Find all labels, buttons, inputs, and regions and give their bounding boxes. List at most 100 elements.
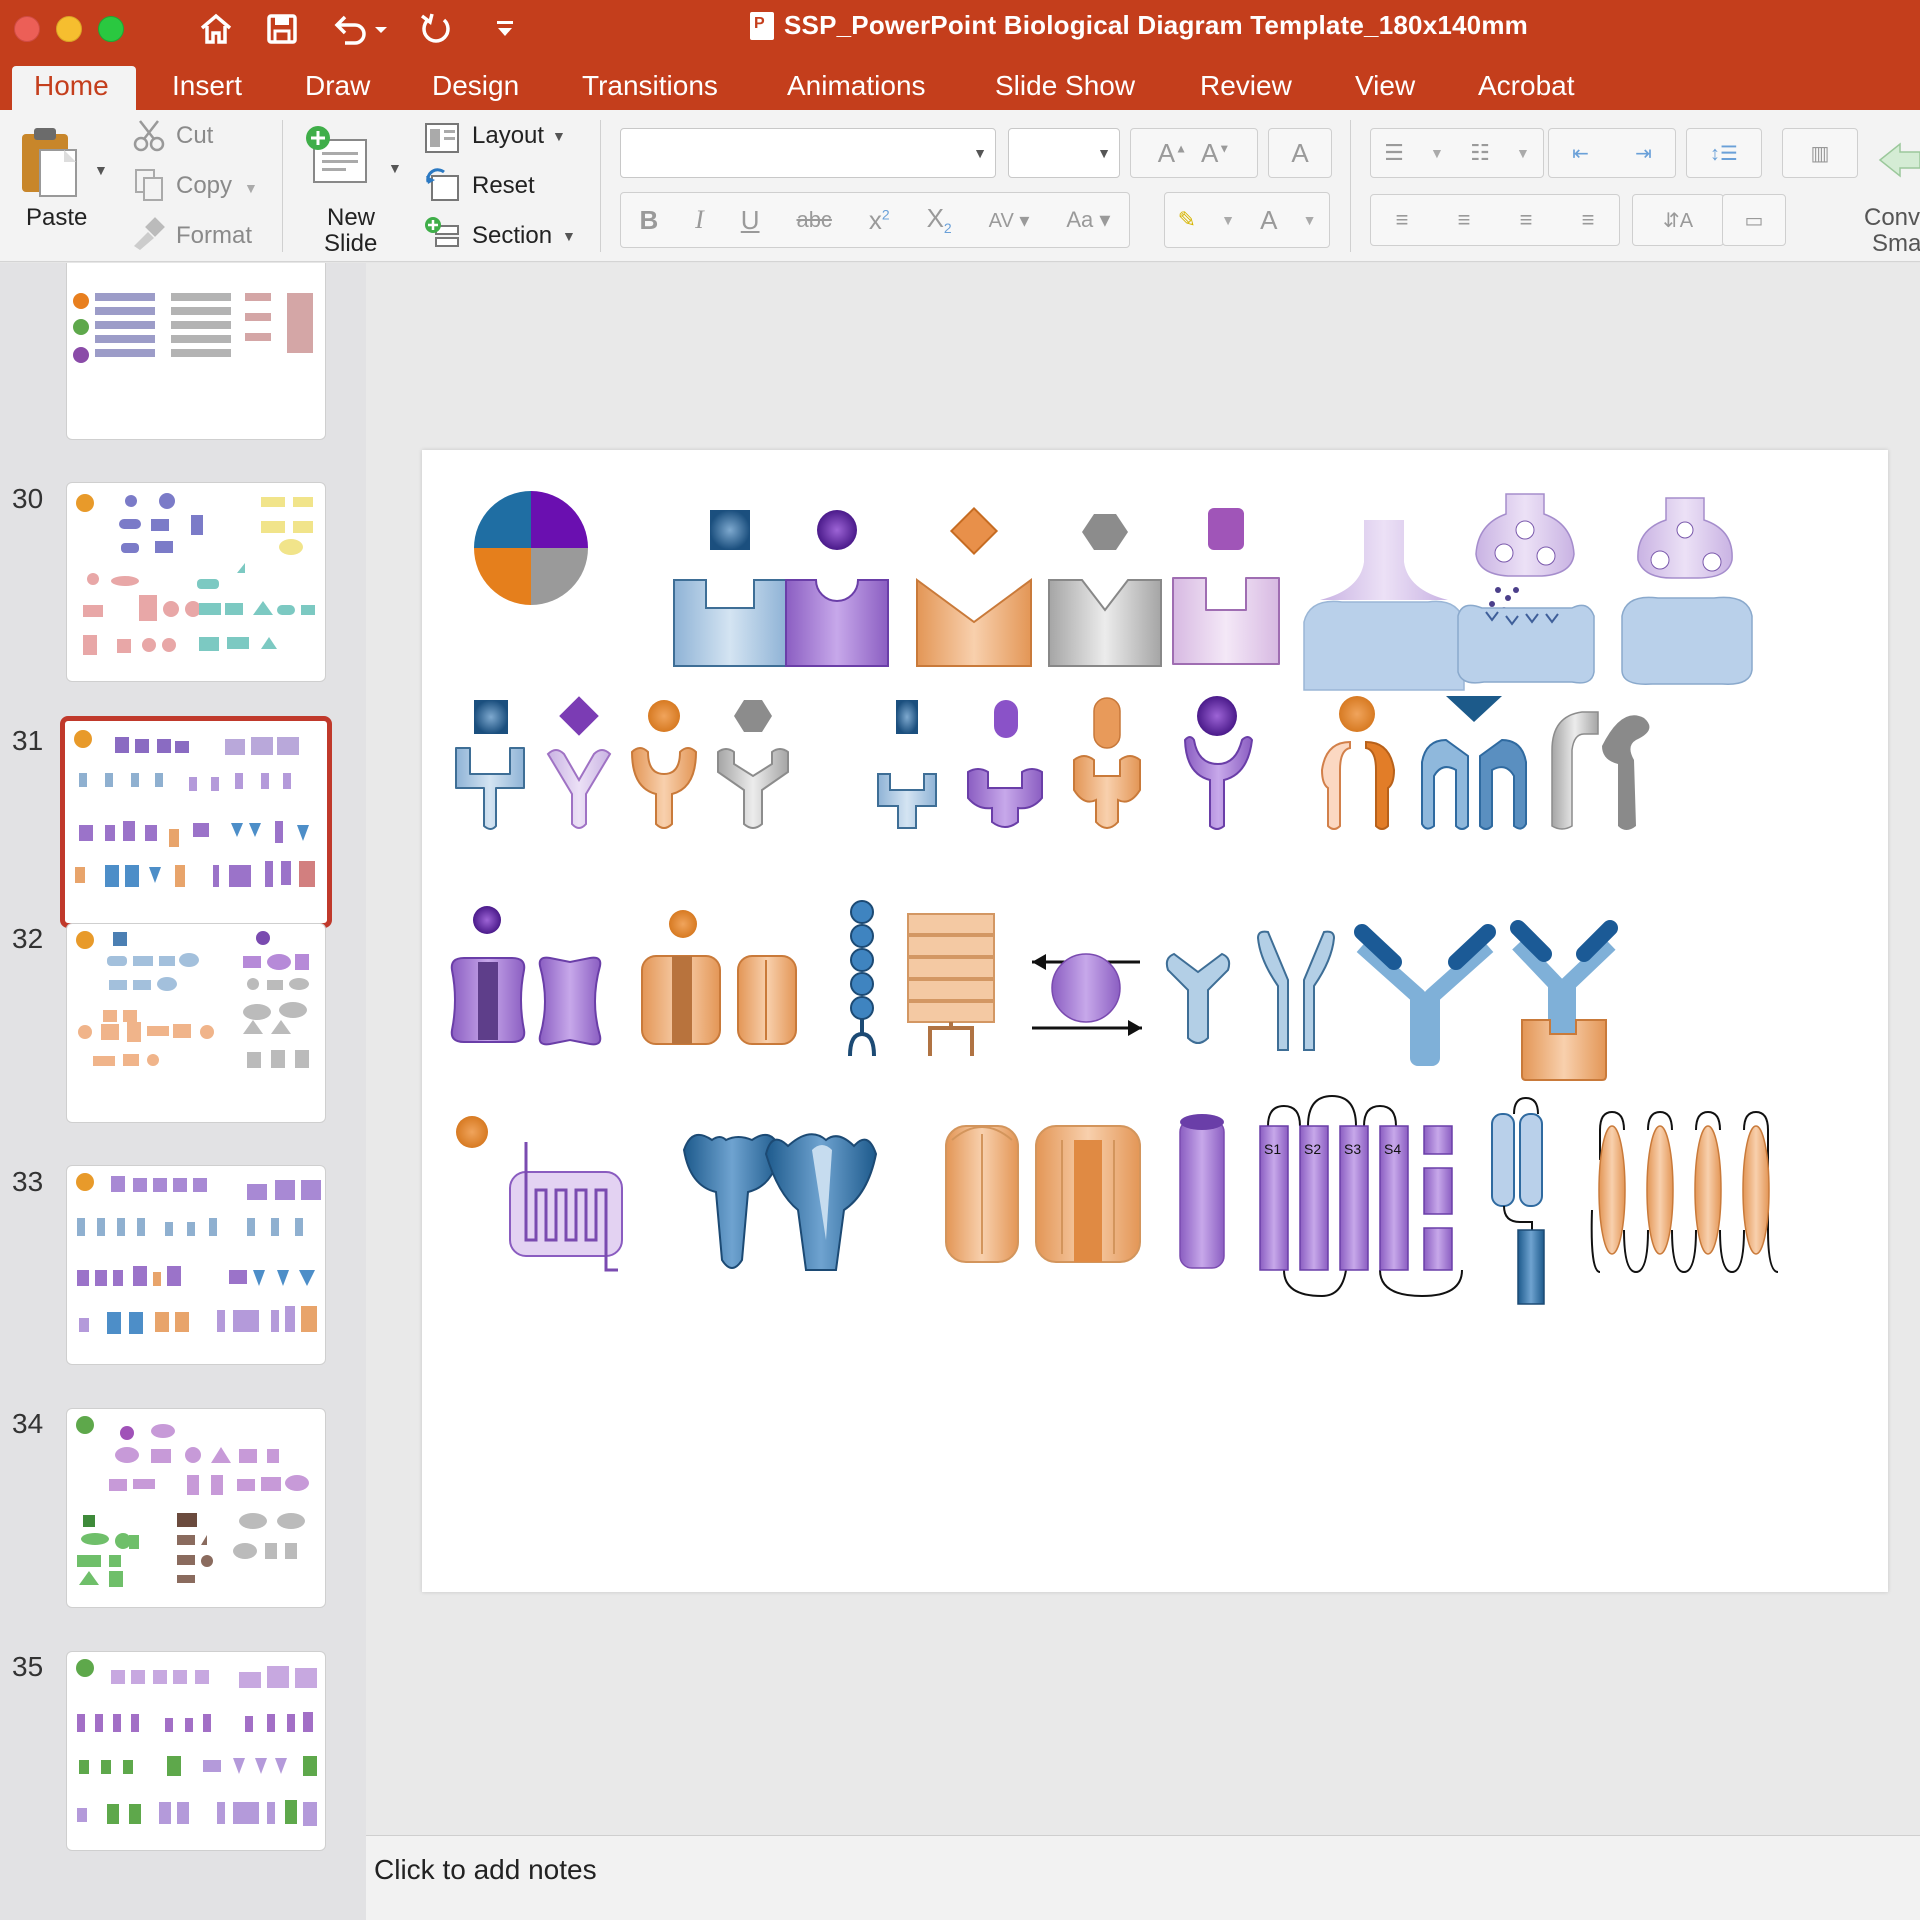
paste-label: Paste bbox=[26, 204, 88, 231]
ribbon-home: ▼ Paste Cut Copy ▼ Format ▼ New Slide La… bbox=[0, 110, 1920, 262]
antibody-small bbox=[1165, 952, 1231, 1044]
copy-button[interactable]: Copy bbox=[176, 172, 232, 200]
tab-review[interactable]: Review bbox=[1178, 66, 1314, 110]
home-icon[interactable] bbox=[194, 8, 238, 50]
tab-view[interactable]: View bbox=[1333, 66, 1437, 110]
chevron-down-icon[interactable]: ▼ bbox=[1430, 145, 1444, 161]
slide-thumbnail-33[interactable] bbox=[66, 1165, 326, 1365]
undo-icon[interactable] bbox=[328, 8, 394, 50]
copy-icon bbox=[132, 168, 168, 204]
tab-insert[interactable]: Insert bbox=[150, 66, 264, 110]
tab-slide-show[interactable]: Slide Show bbox=[973, 66, 1157, 110]
notes-pane[interactable]: Click to add notes bbox=[366, 1835, 1920, 1920]
bullets-icon[interactable]: ☰ bbox=[1384, 140, 1404, 166]
format-painter-button[interactable]: Format bbox=[176, 222, 252, 250]
slide-thumbnail-30[interactable] bbox=[66, 482, 326, 682]
slide-thumbnail-32[interactable] bbox=[66, 923, 326, 1123]
paste-button[interactable]: ▼ bbox=[16, 124, 108, 208]
ribbon-separator bbox=[600, 120, 601, 252]
text-direction-icon[interactable]: ⇵A bbox=[1632, 194, 1724, 246]
cut-button[interactable]: Cut bbox=[176, 122, 213, 150]
new-slide-dropdown-caret[interactable]: ▼ bbox=[388, 160, 402, 176]
align-left-icon[interactable]: ≡ bbox=[1396, 207, 1409, 233]
slide-thumbnail-image bbox=[76, 493, 315, 655]
section-button[interactable]: Section bbox=[472, 222, 552, 250]
font-name-dropdown[interactable]: ▼ bbox=[620, 128, 996, 178]
notes-placeholder[interactable]: Click to add notes bbox=[374, 1854, 597, 1886]
subscript-icon[interactable]: X2 bbox=[927, 203, 952, 236]
copy-dropdown-caret[interactable]: ▼ bbox=[244, 180, 258, 196]
align-text-icon[interactable]: ▭ bbox=[1722, 194, 1786, 246]
receptor-cup-circle bbox=[1183, 696, 1254, 830]
slide-thumbnail-panel[interactable]: 30 31 32 33 34 35 bbox=[0, 263, 366, 1920]
clipboard-icon bbox=[22, 128, 77, 197]
character-spacing-icon[interactable]: AV ▾ bbox=[989, 208, 1030, 233]
receptor-tall-pill bbox=[1073, 697, 1141, 829]
underline-icon[interactable]: U bbox=[741, 205, 760, 236]
receptor-ligand-square bbox=[673, 510, 787, 667]
italic-icon[interactable]: I bbox=[695, 205, 704, 235]
decrease-indent-icon[interactable]: ⇤ bbox=[1572, 141, 1589, 166]
slide-thumbnail-34[interactable] bbox=[66, 1408, 326, 1608]
document-title-text: SSP_PowerPoint Biological Diagram Templa… bbox=[784, 10, 1528, 40]
receptor-split-circle bbox=[1320, 696, 1396, 830]
superscript-icon[interactable]: x2 bbox=[869, 205, 890, 236]
font-size-grow-shrink-group: A▲ A▼ bbox=[1130, 128, 1258, 178]
customize-toolbar-icon[interactable] bbox=[490, 8, 520, 50]
save-icon[interactable] bbox=[262, 8, 302, 50]
slide-canvas[interactable]: S1 S2 S3 S4 bbox=[422, 450, 1888, 1592]
layout-dropdown-caret[interactable]: ▼ bbox=[552, 128, 566, 144]
font-color-icon[interactable]: A bbox=[1260, 205, 1277, 236]
columns-icon[interactable]: ▥ bbox=[1782, 128, 1858, 178]
numbering-icon[interactable]: ☷ bbox=[1470, 140, 1490, 166]
increase-font-size-icon[interactable]: A▲ bbox=[1158, 138, 1187, 169]
antibody-dark-arms bbox=[1354, 924, 1496, 1066]
tab-home[interactable]: Home bbox=[12, 66, 136, 110]
tab-transitions[interactable]: Transitions bbox=[560, 66, 740, 110]
chevron-down-icon[interactable]: ▼ bbox=[1516, 145, 1530, 161]
purple-cylinder bbox=[1179, 1114, 1225, 1269]
pie-legend-icon bbox=[474, 491, 588, 605]
slide-thumbnail-35[interactable] bbox=[66, 1651, 326, 1851]
justify-icon[interactable]: ≡ bbox=[1582, 207, 1595, 233]
slide-thumbnail-image bbox=[76, 1173, 321, 1334]
channel-orange-with-ligand bbox=[641, 910, 721, 1045]
strikethrough-icon[interactable]: abc bbox=[796, 207, 831, 233]
font-size-dropdown[interactable]: ▼ bbox=[1008, 128, 1120, 178]
slide-editing-area: S1 S2 S3 S4 bbox=[366, 263, 1920, 1835]
tab-draw[interactable]: Draw bbox=[283, 66, 392, 110]
layout-button[interactable]: Layout bbox=[472, 122, 544, 150]
decrease-font-size-icon[interactable]: A▼ bbox=[1201, 138, 1230, 169]
convert-to-smartart-icon[interactable] bbox=[1876, 138, 1920, 182]
chevron-down-icon[interactable]: ▼ bbox=[1303, 212, 1317, 228]
thumbnail-number-35: 35 bbox=[12, 1651, 44, 1682]
minimize-window-button[interactable] bbox=[56, 16, 82, 42]
section-dropdown-caret[interactable]: ▼ bbox=[562, 228, 576, 244]
tab-animations[interactable]: Animations bbox=[765, 66, 948, 110]
paste-dropdown-caret[interactable]: ▼ bbox=[94, 162, 108, 178]
new-slide-icon bbox=[306, 126, 367, 183]
format-painter-icon bbox=[130, 216, 168, 252]
bead-chain-receptor bbox=[848, 900, 876, 1057]
receptor-split-triangle bbox=[1421, 696, 1527, 830]
maximize-window-button[interactable] bbox=[98, 16, 124, 42]
line-spacing-icon[interactable]: ↕☰ bbox=[1686, 128, 1762, 178]
tab-design[interactable]: Design bbox=[410, 66, 541, 110]
change-case-icon[interactable]: Aa ▾ bbox=[1066, 207, 1110, 233]
slide-thumbnail-image bbox=[76, 931, 309, 1068]
tab-acrobat[interactable]: Acrobat bbox=[1456, 66, 1597, 110]
reset-button[interactable]: Reset bbox=[472, 172, 535, 200]
highlighter-icon[interactable]: ✎ bbox=[1178, 207, 1196, 233]
slide-thumbnail-31-selected[interactable] bbox=[60, 716, 332, 928]
bold-icon[interactable]: B bbox=[639, 205, 658, 236]
synapse-terminal-1 bbox=[1303, 520, 1465, 691]
increase-indent-icon[interactable]: ⇥ bbox=[1635, 141, 1652, 166]
clear-formatting-icon[interactable]: A bbox=[1268, 128, 1332, 178]
align-right-icon[interactable]: ≡ bbox=[1520, 207, 1533, 233]
redo-icon[interactable] bbox=[416, 8, 456, 50]
align-center-icon[interactable]: ≡ bbox=[1458, 207, 1471, 233]
close-window-button[interactable] bbox=[14, 16, 40, 42]
chevron-down-icon[interactable]: ▼ bbox=[1221, 212, 1235, 228]
slide-thumbnail-29[interactable] bbox=[66, 263, 326, 440]
new-slide-button[interactable] bbox=[304, 124, 370, 194]
